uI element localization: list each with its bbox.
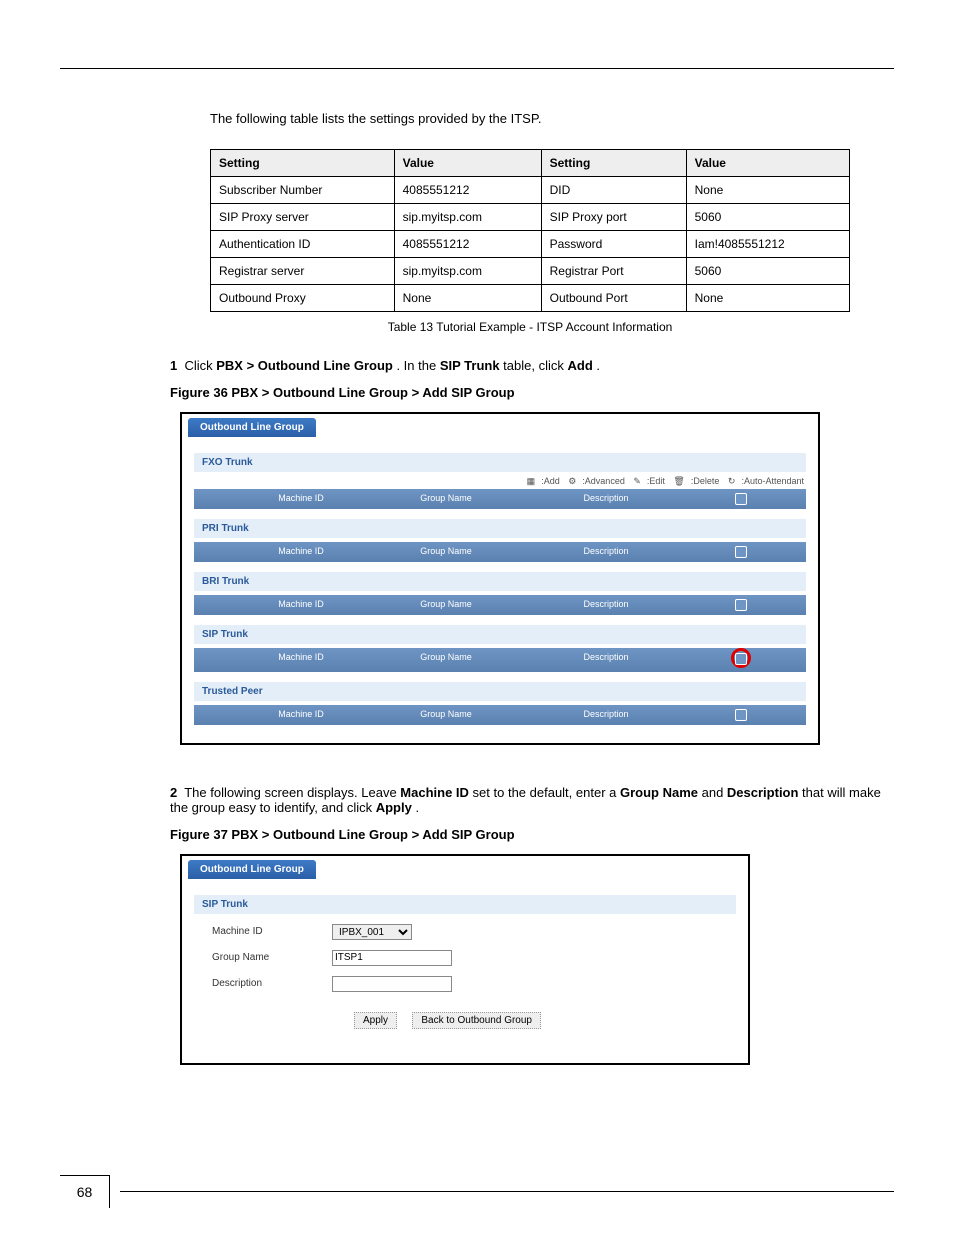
- tab-bar: Outbound Line Group: [182, 414, 818, 437]
- trusted-peer-add-button[interactable]: [686, 705, 796, 725]
- tab-outbound-line-group[interactable]: Outbound Line Group: [188, 418, 316, 437]
- step-1: 1 Click PBX > Outbound Line Group . In t…: [170, 358, 894, 373]
- pri-header-row: Machine ID Group Name Description: [194, 542, 806, 562]
- row-description: Description: [212, 976, 736, 992]
- th-setting-2: Setting: [541, 149, 686, 176]
- back-button[interactable]: Back to Outbound Group: [412, 1012, 541, 1029]
- section-sip-trunk: SIP Trunk: [194, 625, 806, 644]
- add-icon: [735, 493, 747, 505]
- section-sip-trunk-2: SIP Trunk: [194, 895, 736, 914]
- header-rule: [60, 68, 894, 69]
- add-icon: [735, 599, 747, 611]
- section-trusted-peer: Trusted Peer: [194, 682, 806, 701]
- table-row: SIP Proxy server sip.myitsp.com SIP Prox…: [211, 203, 850, 230]
- trusted-peer-header-row: Machine ID Group Name Description: [194, 705, 806, 725]
- button-row: Apply Back to Outbound Group: [354, 1012, 736, 1029]
- section-bri-trunk: BRI Trunk: [194, 572, 806, 591]
- th-value-2: Value: [686, 149, 849, 176]
- tab-bar-2: Outbound Line Group: [182, 856, 748, 879]
- row-machine-id: Machine ID IPBX_001: [212, 924, 736, 940]
- fxo-add-button[interactable]: [686, 489, 796, 509]
- icon-legend: ▦:Add ⚙:Advanced ✎:Edit 🗑:Delete ↻:Auto-…: [194, 476, 804, 487]
- table-row: Registrar server sip.myitsp.com Registra…: [211, 257, 850, 284]
- bri-header-row: Machine ID Group Name Description: [194, 595, 806, 615]
- page-number: 68: [60, 1175, 110, 1208]
- row-group-name: Group Name: [212, 950, 736, 966]
- section-pri-trunk: PRI Trunk: [194, 519, 806, 538]
- add-icon: [735, 653, 747, 665]
- apply-button[interactable]: Apply: [354, 1012, 397, 1029]
- settings-table: Setting Value Setting Value Subscriber N…: [210, 149, 850, 312]
- fxo-header-row: Machine ID Group Name Description: [194, 489, 806, 509]
- description-label: Description: [212, 978, 332, 989]
- add-sip-group-panel: Outbound Line Group SIP Trunk Machine ID…: [180, 854, 750, 1065]
- highlight-circle-icon: [731, 648, 751, 668]
- machine-id-select[interactable]: IPBX_001: [332, 924, 412, 940]
- sip-header-row: Machine ID Group Name Description: [194, 648, 806, 672]
- th-setting-1: Setting: [211, 149, 395, 176]
- intro-paragraph: The following table lists the settings p…: [210, 109, 894, 129]
- add-icon: [735, 709, 747, 721]
- machine-id-label: Machine ID: [212, 926, 332, 937]
- th-value-1: Value: [394, 149, 541, 176]
- figure-36-caption: Figure 36 PBX > Outbound Line Group > Ad…: [170, 385, 894, 400]
- sip-add-button[interactable]: [686, 648, 796, 672]
- outbound-line-group-panel: Outbound Line Group FXO Trunk ▦:Add ⚙:Ad…: [180, 412, 820, 745]
- section-fxo-trunk: FXO Trunk: [194, 453, 806, 472]
- group-name-input[interactable]: [332, 950, 452, 966]
- table-row: Authentication ID 4085551212 Password Ia…: [211, 230, 850, 257]
- figure-37-caption: Figure 37 PBX > Outbound Line Group > Ad…: [170, 827, 894, 842]
- bri-add-button[interactable]: [686, 595, 796, 615]
- add-icon: [735, 546, 747, 558]
- footer-rule: [120, 1191, 894, 1192]
- step-2: 2 The following screen displays. Leave M…: [170, 785, 894, 815]
- pri-add-button[interactable]: [686, 542, 796, 562]
- table-row: Subscriber Number 4085551212 DID None: [211, 176, 850, 203]
- table-caption: Table 13 Tutorial Example - ITSP Account…: [210, 320, 850, 334]
- tab-outbound-line-group-2[interactable]: Outbound Line Group: [188, 860, 316, 879]
- description-input[interactable]: [332, 976, 452, 992]
- group-name-label: Group Name: [212, 952, 332, 963]
- table-row: Outbound Proxy None Outbound Port None: [211, 284, 850, 311]
